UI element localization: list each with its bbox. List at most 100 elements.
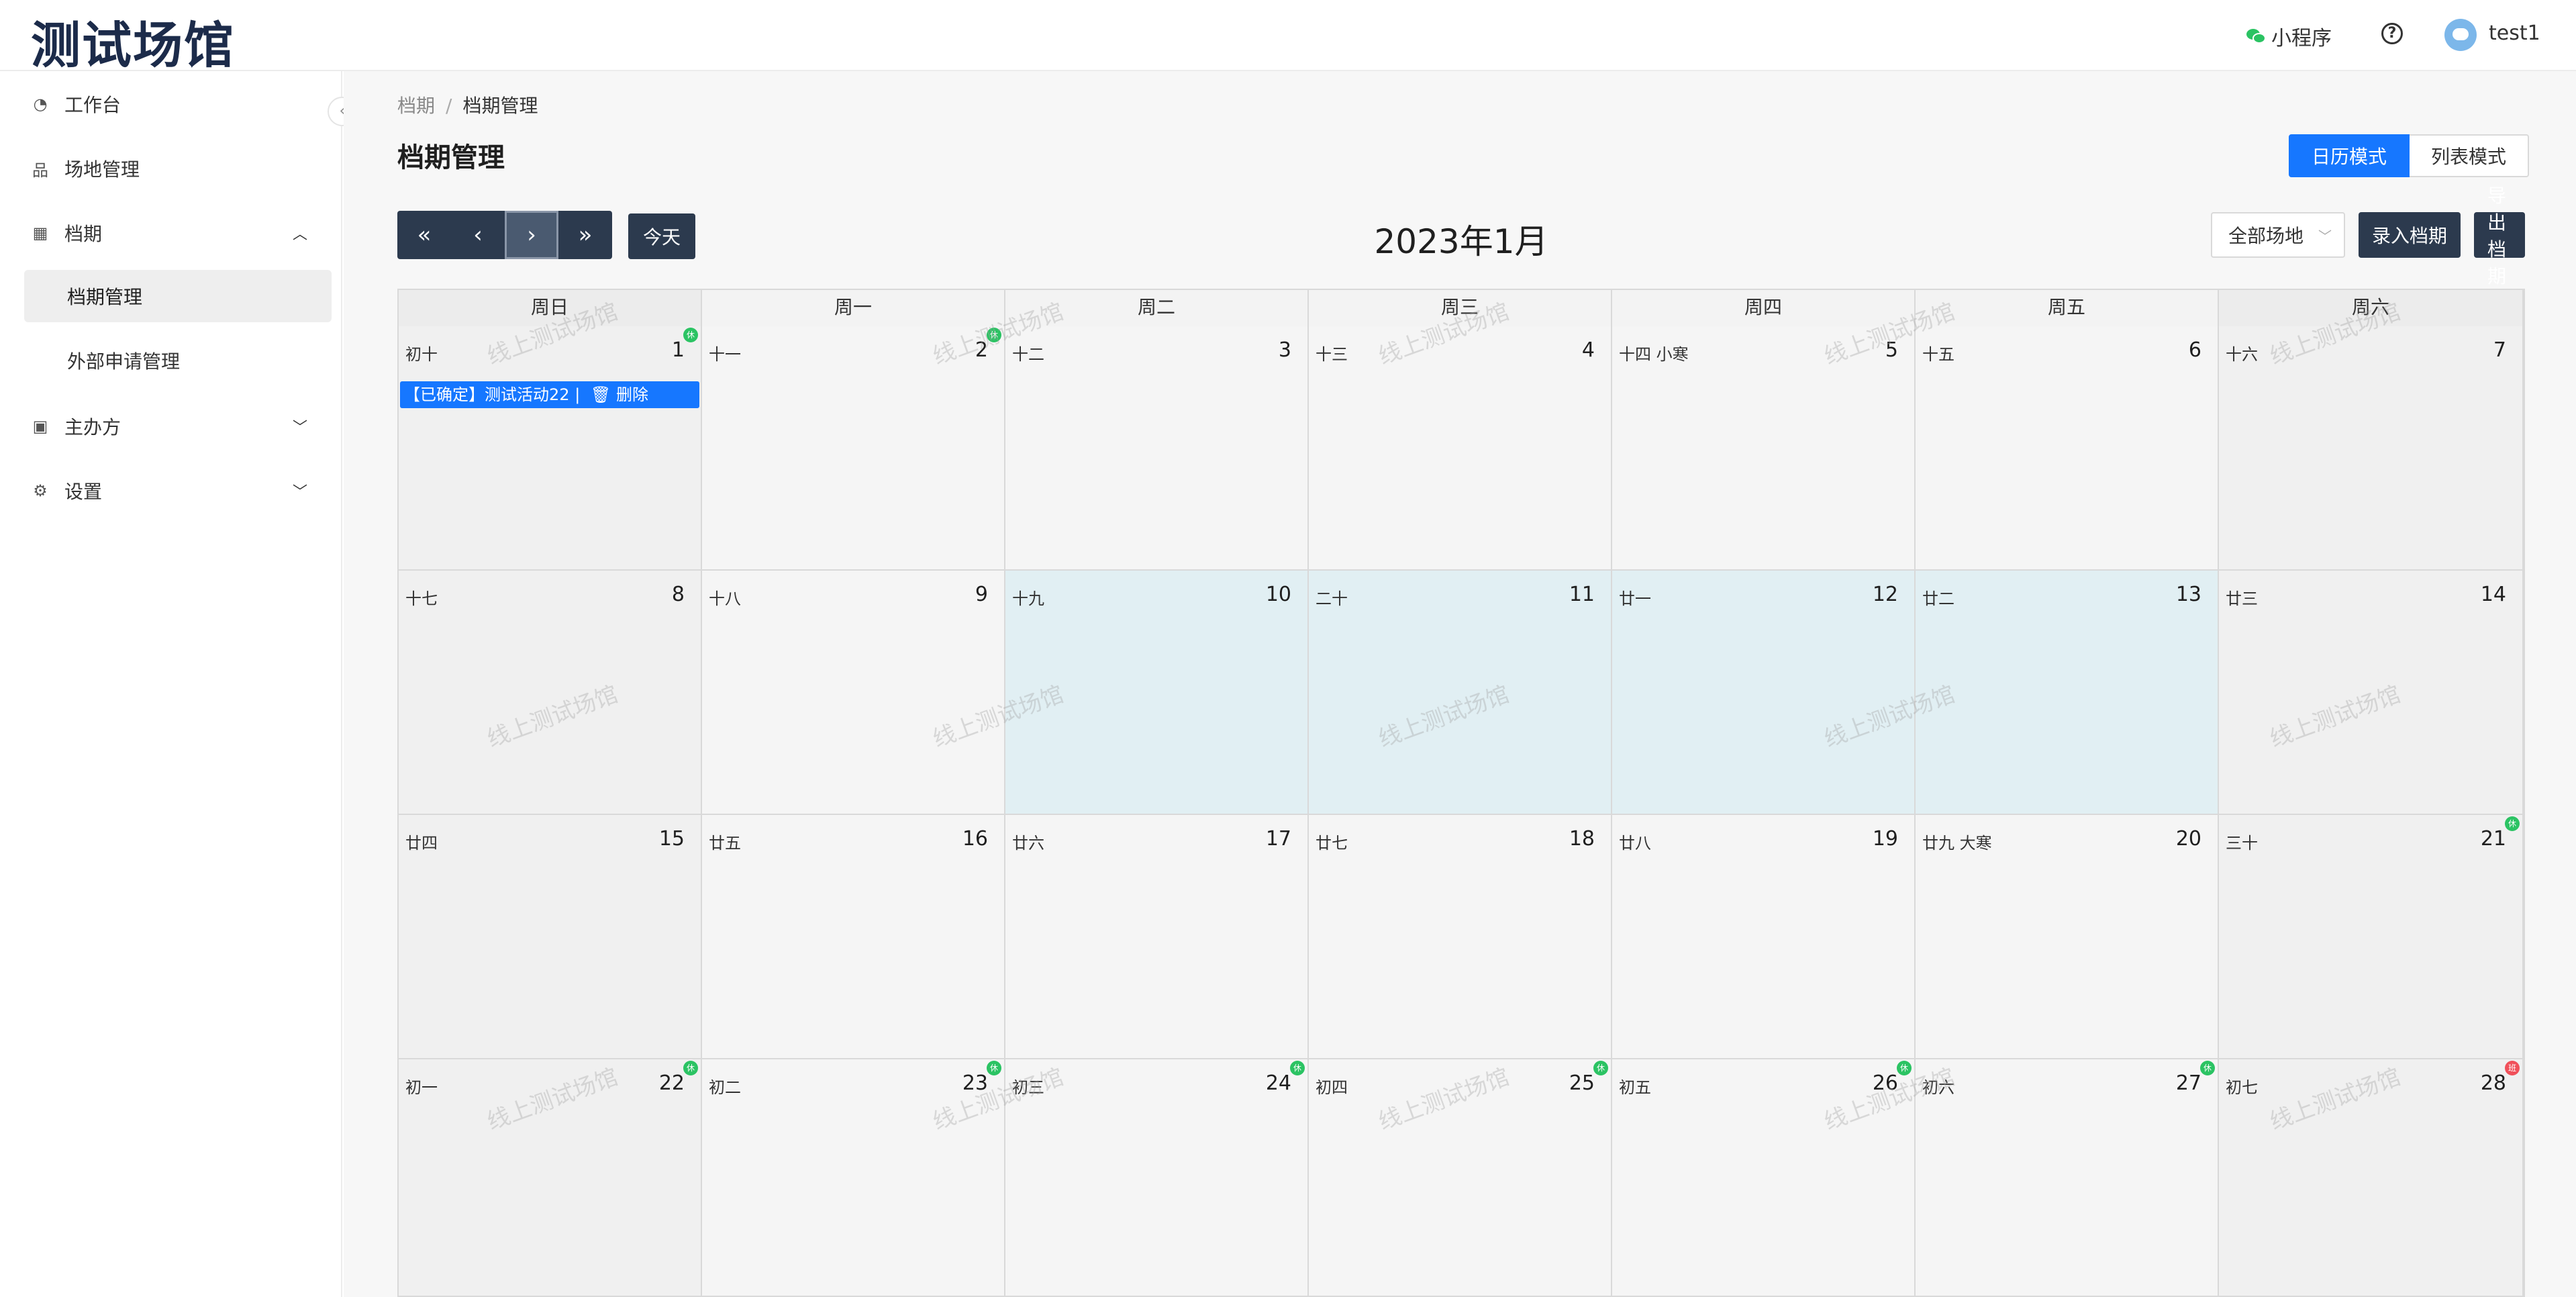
lunar-date: 十七: [405, 589, 438, 608]
lunar-date: 廿五: [709, 834, 741, 853]
calendar-day-cell[interactable]: 初四 25 休: [1309, 1059, 1612, 1296]
prev-year-button[interactable]: «: [397, 211, 451, 259]
list-mode-button[interactable]: 列表模式: [2410, 134, 2530, 177]
calendar-day-cell[interactable]: 十五 6: [1916, 326, 2219, 571]
enter-schedule-button[interactable]: 录入档期: [2359, 212, 2461, 258]
day-number: 17: [1265, 827, 1291, 851]
event-delete-button[interactable]: 🗑 删除: [591, 385, 648, 404]
lunar-date: 初五: [1619, 1078, 1651, 1097]
lunar-date: 初七: [2226, 1078, 2258, 1097]
day-number: 14: [2480, 583, 2506, 606]
day-number: 11: [1569, 583, 1595, 606]
calendar-day-cell[interactable]: 十八 9: [702, 571, 1005, 815]
calendar-day-cell[interactable]: 十二 3: [1005, 326, 1309, 571]
calendar-day-cell[interactable]: 廿九 大寒 20: [1916, 815, 2219, 1059]
day-number: 28: [2480, 1071, 2506, 1095]
sidebar-subitem-schedule-management[interactable]: 档期管理: [24, 270, 332, 322]
weekday-label: 周一: [702, 290, 1005, 326]
calendar-day-cell[interactable]: 初六 27 休: [1916, 1059, 2219, 1296]
sidebar-item-label: 设置: [64, 481, 103, 503]
chevron-down-icon: ﹀: [293, 420, 308, 436]
next-month-button[interactable]: ›: [505, 211, 558, 259]
chevron-up-icon: ︿: [293, 226, 308, 243]
calendar-day-cell[interactable]: 十一 2 休: [702, 326, 1005, 571]
holiday-badge: 休: [987, 1061, 1001, 1075]
weekday-label: 周三: [1309, 290, 1612, 326]
calendar-day-cell[interactable]: 廿三 14: [2219, 571, 2524, 815]
lunar-date: 廿四: [405, 834, 438, 853]
trash-icon: 🗑: [590, 385, 611, 404]
next-year-button[interactable]: »: [558, 211, 612, 259]
calendar-day-cell[interactable]: 初十 1 休【已确定】测试活动22 | 🗑 删除: [399, 326, 702, 571]
calendar-day-cell[interactable]: 廿八 19: [1612, 815, 1916, 1059]
sidebar-item-label: 场地管理: [64, 158, 140, 181]
today-button[interactable]: 今天: [628, 213, 696, 259]
schedule-event[interactable]: 【已确定】测试活动22 | 🗑 删除: [400, 381, 699, 408]
calendar-day-cell[interactable]: 二十 11: [1309, 571, 1612, 815]
view-mode-toggle: 日历模式 列表模式: [2289, 134, 2530, 177]
help-icon[interactable]: ?: [2381, 23, 2403, 44]
calendar-day-cell[interactable]: 廿六 17: [1005, 815, 1309, 1059]
calendar-day-cell[interactable]: 十九 10: [1005, 571, 1309, 815]
calendar-day-cell[interactable]: 十四 小寒 5: [1612, 326, 1916, 571]
sidebar-item-settings[interactable]: ⚙ 设置 ﹀: [0, 467, 342, 514]
calendar-day-cell[interactable]: 初五 26 休: [1612, 1059, 1916, 1296]
avatar[interactable]: [2444, 19, 2477, 51]
calendar-icon: ▦: [32, 224, 48, 242]
day-number: 3: [1278, 338, 1291, 362]
calendar-day-cell[interactable]: 廿一 12: [1612, 571, 1916, 815]
mini-program-label: 小程序: [2271, 27, 2332, 50]
gear-icon: ⚙: [33, 481, 48, 500]
double-chevron-right-icon: »: [578, 222, 593, 248]
sidebar-item-organizer[interactable]: ▣ 主办方 ﹀: [0, 403, 342, 450]
calendar-day-cell[interactable]: 十七 8: [399, 571, 702, 815]
calendar-mode-button[interactable]: 日历模式: [2289, 134, 2410, 177]
sidebar-item-schedule[interactable]: ▦ 档期 ︿: [0, 209, 342, 256]
day-number: 13: [2175, 583, 2201, 606]
calendar-day-cell[interactable]: 十六 7: [2219, 326, 2524, 571]
sidebar-subitem-external-applications[interactable]: 外部申请管理: [24, 334, 332, 387]
calendar-day-cell[interactable]: 廿五 16: [702, 815, 1005, 1059]
event-delete-label: 删除: [616, 385, 649, 404]
lunar-date: 十八: [709, 589, 741, 608]
sidebar-item-workbench[interactable]: ◔ 工作台: [0, 81, 342, 128]
user-name[interactable]: test1: [2489, 21, 2540, 45]
sidebar: ◔ 工作台 品 场地管理 ▦ 档期 ︿ 档期管理 外部申请管理 ▣ 主办方 ﹀ …: [0, 71, 342, 1297]
day-number: 12: [1872, 583, 1898, 606]
calendar-grid: 周日 周一 周二 周三 周四 周五 周六 初十 1 休【已确定】测试活动22 | 🗑 删除 十一 2…: [397, 289, 2525, 1297]
export-schedule-button[interactable]: 导出档期: [2474, 185, 2525, 287]
lunar-date: 廿二: [1922, 589, 1954, 608]
day-number: 5: [1885, 338, 1898, 362]
sidebar-item-venue[interactable]: 品 场地管理: [0, 145, 342, 192]
weekday-label: 周二: [1005, 290, 1309, 326]
event-title[interactable]: 【已确定】测试活动22: [404, 385, 570, 404]
breadcrumb-root[interactable]: 档期: [397, 95, 435, 117]
calendar-day-cell[interactable]: 三十 21 休: [2219, 815, 2524, 1059]
dashboard-icon: ◔: [33, 95, 48, 113]
holiday-badge: 班: [2505, 1061, 2520, 1075]
day-number: 4: [1581, 338, 1595, 362]
app-logo[interactable]: 测试场馆: [31, 5, 235, 77]
lunar-date: 廿八: [1619, 834, 1651, 853]
breadcrumb-separator: /: [446, 95, 452, 117]
chevron-right-icon: ›: [527, 222, 536, 248]
calendar-day-cell[interactable]: 初一 22 休: [399, 1059, 702, 1296]
prev-month-button[interactable]: ‹: [451, 211, 505, 259]
day-number: 26: [1872, 1071, 1898, 1095]
calendar-day-cell[interactable]: 初二 23 休: [702, 1059, 1005, 1296]
mini-program-link[interactable]: 小程序: [2246, 21, 2332, 51]
calendar-day-cell[interactable]: 廿七 18: [1309, 815, 1612, 1059]
calendar-day-cell[interactable]: 十三 4: [1309, 326, 1612, 571]
calendar-day-cell[interactable]: 初七 28 班: [2219, 1059, 2524, 1296]
day-number: 16: [962, 827, 988, 851]
calendar-day-cell[interactable]: 廿二 13: [1916, 571, 2219, 815]
day-number: 15: [658, 827, 685, 851]
lunar-date: 初十: [405, 345, 438, 364]
calendar-day-cell[interactable]: 初三 24 休: [1005, 1059, 1309, 1296]
month-title: 2023年1月: [1374, 222, 1548, 261]
lunar-date: 十一: [709, 345, 741, 364]
weekday-label: 周四: [1612, 290, 1916, 326]
calendar-day-cell[interactable]: 廿四 15: [399, 815, 702, 1059]
main-content: 档期 / 档期管理 档期管理 日历模式 列表模式 « ‹ › » 今天 2023年1…: [344, 71, 2576, 1297]
venue-select[interactable]: 全部场地 ﹀: [2211, 212, 2345, 258]
